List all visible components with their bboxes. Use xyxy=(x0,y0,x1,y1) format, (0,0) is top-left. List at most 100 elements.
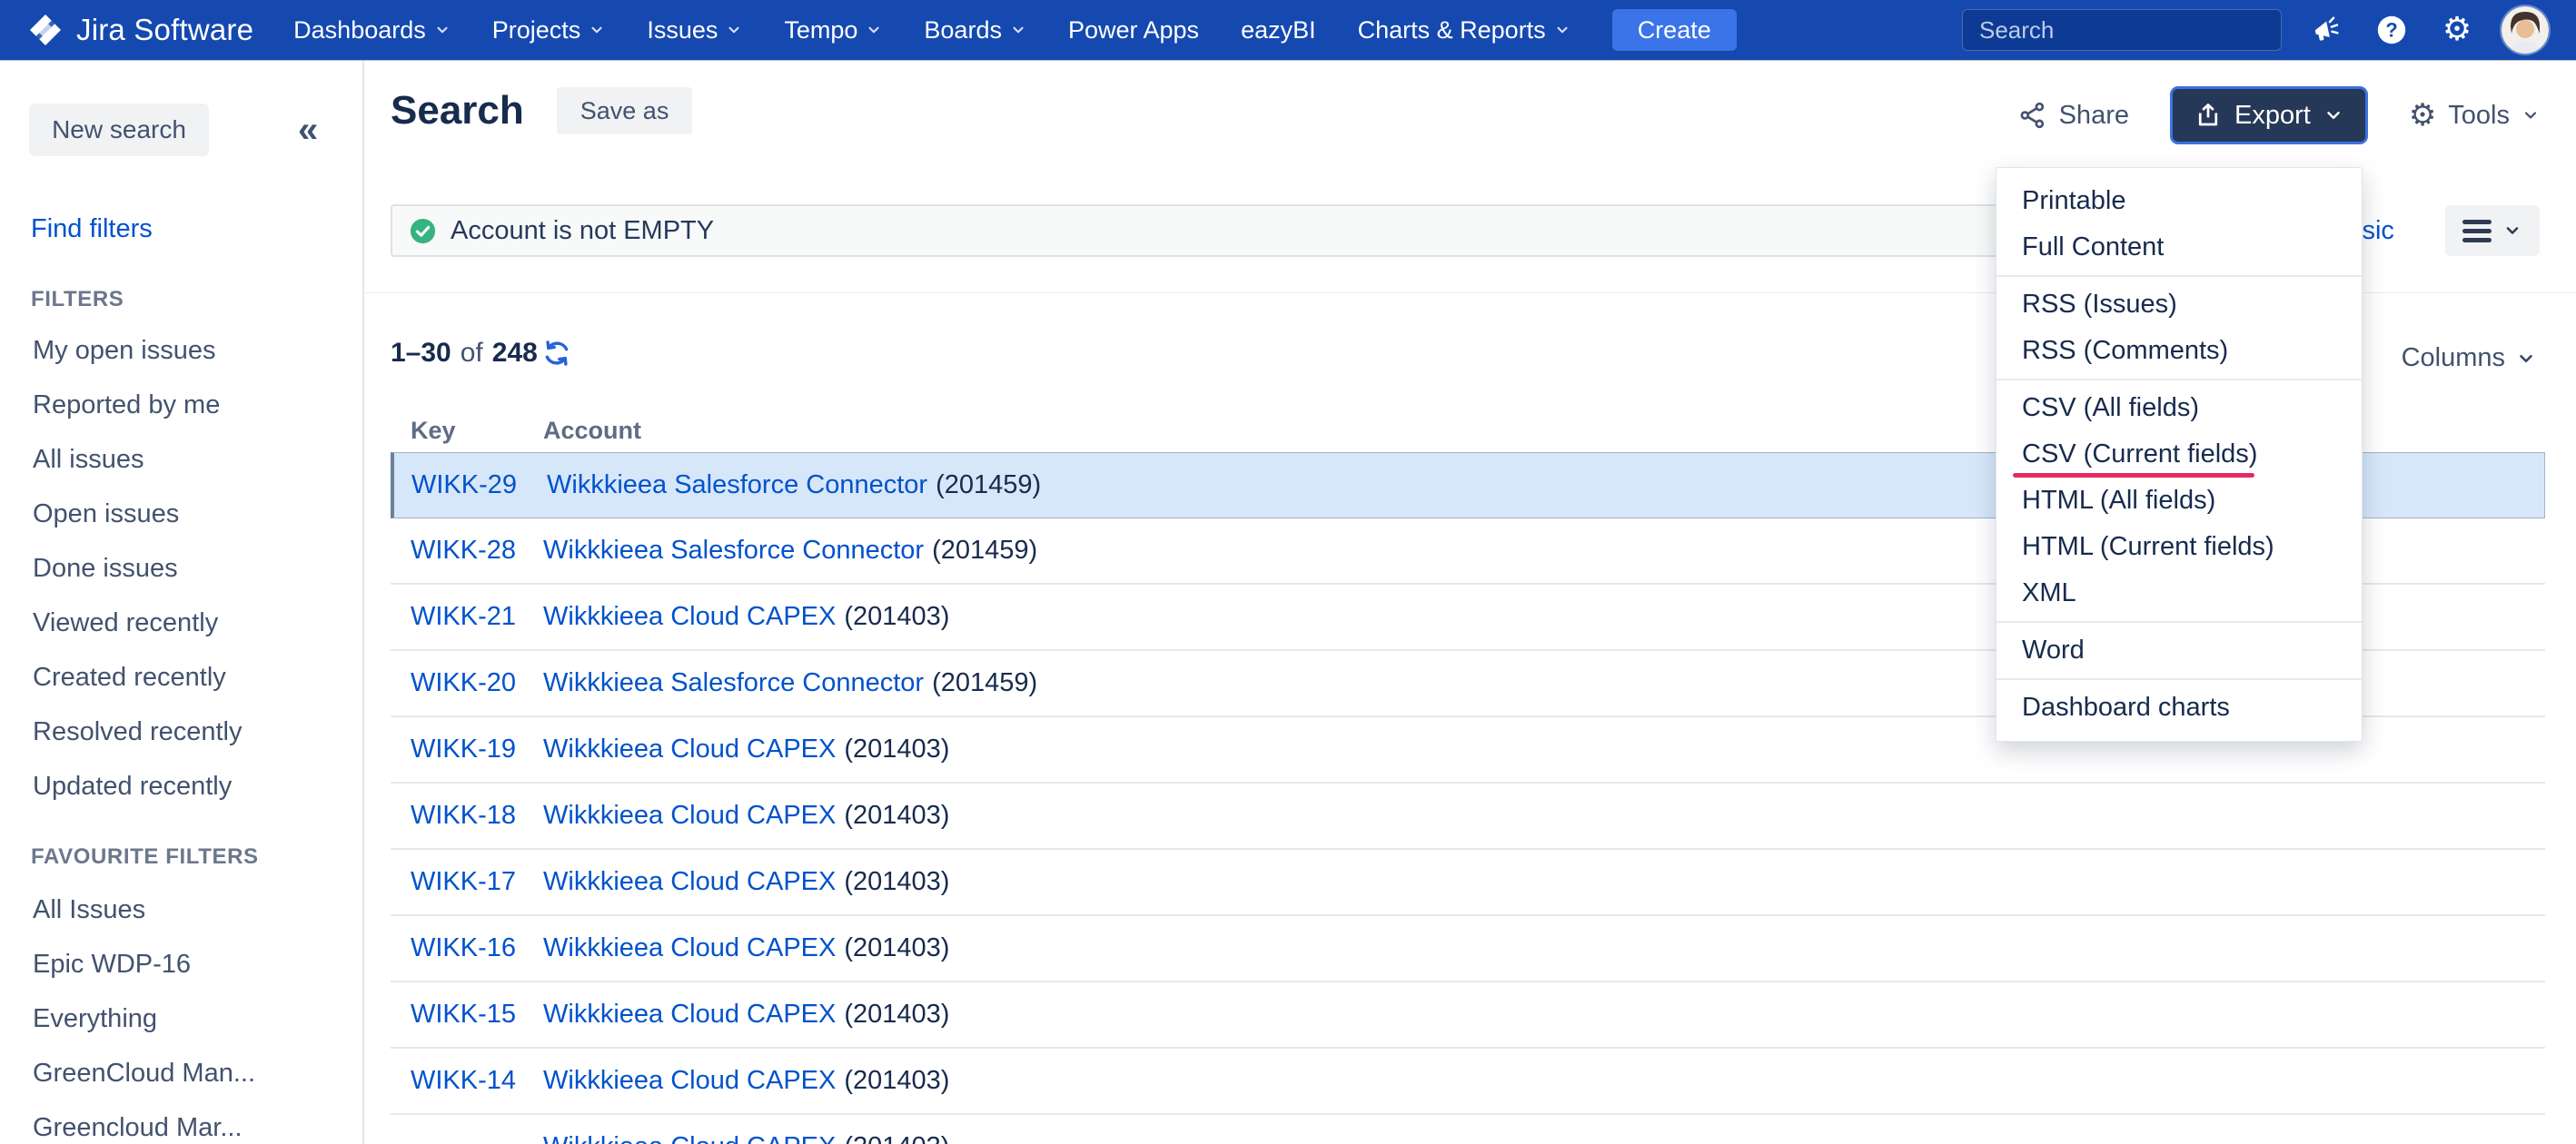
issue-key-link[interactable]: WIKK-14 xyxy=(411,1066,516,1095)
query-text: Account is not EMPTY xyxy=(451,216,714,246)
export-menu-group: RSS (Issues)RSS (Comments) xyxy=(1996,275,2362,379)
issue-key-cell: WIKK-16 xyxy=(391,933,543,963)
export-menu-item-dashboard-charts[interactable]: Dashboard charts xyxy=(1996,685,2362,731)
table-row[interactable]: WIKK-18 Wikkkieea Cloud CAPEX (201403) xyxy=(391,784,2545,850)
table-row[interactable]: WIKK-17 Wikkkieea Cloud CAPEX (201403) xyxy=(391,850,2545,916)
sidebar-favourite-everything[interactable]: Everything xyxy=(0,991,362,1046)
create-button[interactable]: Create xyxy=(1612,9,1737,51)
export-menu-item-csv-current-fields[interactable]: CSV (Current fields) xyxy=(1996,431,2362,478)
issue-key-link[interactable]: WIKK-21 xyxy=(411,602,516,631)
table-row[interactable]: Wikkkieea Cloud CAPEX(201403) xyxy=(391,1115,2545,1144)
issue-key-link[interactable]: WIKK-28 xyxy=(411,536,516,565)
announcements-button[interactable] xyxy=(2305,9,2347,51)
account-link[interactable]: Wikkkieea Salesforce Connector xyxy=(547,470,927,499)
account-link[interactable]: Wikkkieea Cloud CAPEX xyxy=(543,1132,836,1144)
help-button[interactable]: ? xyxy=(2371,9,2413,51)
account-cell: Wikkkieea Cloud CAPEX(201403) xyxy=(543,1066,949,1096)
chevron-down-icon xyxy=(2516,349,2536,369)
export-menu-item-rss-issues[interactable]: RSS (Issues) xyxy=(1996,281,2362,328)
account-id-suffix: (201403) xyxy=(844,801,949,830)
account-link[interactable]: Wikkkieea Cloud CAPEX xyxy=(543,602,836,631)
global-search-box[interactable] xyxy=(1962,9,2282,51)
collapse-sidebar-icon[interactable]: « xyxy=(298,104,318,156)
valid-check-icon xyxy=(409,217,437,245)
columns-button[interactable]: Columns xyxy=(2402,343,2536,373)
sidebar-filter-my-open-issues[interactable]: My open issues xyxy=(0,323,362,378)
find-filters-link[interactable]: Find filters xyxy=(31,214,153,244)
account-id-suffix: (201459) xyxy=(932,536,1037,565)
issue-key-cell: WIKK-14 xyxy=(391,1066,543,1096)
issue-key-link[interactable]: WIKK-16 xyxy=(411,933,516,962)
nav-item-projects[interactable]: Projects xyxy=(492,16,606,44)
nav-item-eazybi[interactable]: eazyBI xyxy=(1241,16,1316,44)
save-as-button[interactable]: Save as xyxy=(557,87,693,134)
issue-key-link[interactable]: WIKK-15 xyxy=(411,1000,516,1029)
column-header-key[interactable]: Key xyxy=(391,417,543,445)
nav-item-charts-reports[interactable]: Charts & Reports xyxy=(1358,16,1570,44)
export-button[interactable]: Export xyxy=(2173,89,2365,142)
sidebar-filter-viewed-recently[interactable]: Viewed recently xyxy=(0,596,362,650)
export-menu-item-full-content[interactable]: Full Content xyxy=(1996,224,2362,271)
issue-key-link[interactable]: WIKK-18 xyxy=(411,801,516,830)
share-button[interactable]: Share xyxy=(2018,101,2129,131)
issue-key-link[interactable]: WIKK-29 xyxy=(411,470,517,499)
account-id-suffix: (201403) xyxy=(844,933,949,962)
export-menu-item-printable[interactable]: Printable xyxy=(1996,178,2362,224)
sidebar-favourite-epic-wdp-16[interactable]: Epic WDP-16 xyxy=(0,937,362,991)
sidebar: New search « Find filters FILTERS My ope… xyxy=(0,60,364,1144)
refresh-button[interactable] xyxy=(541,338,572,369)
account-id-suffix: (201403) xyxy=(844,867,949,896)
account-link[interactable]: Wikkkieea Salesforce Connector xyxy=(543,668,924,697)
jira-brand[interactable]: Jira Software xyxy=(27,12,253,48)
export-menu-item-html-all-fields[interactable]: HTML (All fields) xyxy=(1996,478,2362,524)
sidebar-filter-done-issues[interactable]: Done issues xyxy=(0,541,362,596)
nav-item-boards[interactable]: Boards xyxy=(924,16,1026,44)
account-link[interactable]: Wikkkieea Cloud CAPEX xyxy=(543,1000,836,1029)
account-link[interactable]: Wikkkieea Cloud CAPEX xyxy=(543,867,836,896)
nav-item-power-apps[interactable]: Power Apps xyxy=(1068,16,1199,44)
tools-button[interactable]: ⚙ Tools xyxy=(2409,100,2540,131)
table-row[interactable]: WIKK-16 Wikkkieea Cloud CAPEX (201403) xyxy=(391,916,2545,982)
settings-button[interactable]: ⚙ xyxy=(2436,9,2478,51)
export-menu-item-xml[interactable]: XML xyxy=(1996,570,2362,616)
issue-key-link[interactable]: WIKK-17 xyxy=(411,867,516,896)
favourite-filters-list: All IssuesEpic WDP-16EverythingGreenClou… xyxy=(0,883,362,1144)
account-link[interactable]: Wikkkieea Cloud CAPEX xyxy=(543,735,836,764)
export-menu-item-word[interactable]: Word xyxy=(1996,627,2362,674)
sidebar-filter-updated-recently[interactable]: Updated recently xyxy=(0,759,362,814)
chevron-down-icon xyxy=(726,22,742,38)
sidebar-filter-resolved-recently[interactable]: Resolved recently xyxy=(0,705,362,759)
column-header-account[interactable]: Account xyxy=(543,417,641,445)
chevron-down-icon xyxy=(434,22,451,38)
nav-item-dashboards[interactable]: Dashboards xyxy=(293,16,451,44)
export-icon xyxy=(2195,102,2222,129)
new-search-button[interactable]: New search xyxy=(29,104,209,156)
user-avatar[interactable] xyxy=(2502,6,2549,54)
table-row[interactable]: WIKK-15Wikkkieea Cloud CAPEX(201403) xyxy=(391,982,2545,1049)
sidebar-favourite-all-issues[interactable]: All Issues xyxy=(0,883,362,937)
issue-key-link[interactable]: WIKK-20 xyxy=(411,668,516,697)
export-menu-item-csv-all-fields[interactable]: CSV (All fields) xyxy=(1996,385,2362,431)
account-link[interactable]: Wikkkieea Cloud CAPEX xyxy=(543,933,836,962)
table-row[interactable]: WIKK-14 Wikkkieea Cloud CAPEX(201403) xyxy=(391,1049,2545,1115)
top-navigation-bar: Jira Software Dashboards Projects Issues Te… xyxy=(0,0,2576,60)
account-link[interactable]: Wikkkieea Cloud CAPEX xyxy=(543,801,836,830)
account-link[interactable]: Wikkkieea Salesforce Connector xyxy=(543,536,924,565)
global-search-input[interactable] xyxy=(1979,16,2284,44)
account-link[interactable]: Wikkkieea Cloud CAPEX xyxy=(543,1066,836,1095)
export-menu-item-html-current-fields[interactable]: HTML (Current fields) xyxy=(1996,524,2362,570)
results-of-label: of xyxy=(451,338,492,369)
sidebar-filter-all-issues[interactable]: All issues xyxy=(0,432,362,487)
sidebar-favourite-greencloud-man[interactable]: GreenCloud Man... xyxy=(0,1046,362,1100)
filters-list: My open issuesReported by meAll issuesOp… xyxy=(0,323,362,814)
export-menu-item-rss-comments[interactable]: RSS (Comments) xyxy=(1996,328,2362,374)
view-switcher-button[interactable] xyxy=(2445,205,2540,256)
sidebar-filter-created-recently[interactable]: Created recently xyxy=(0,650,362,705)
nav-item-tempo[interactable]: Tempo xyxy=(784,16,882,44)
issue-key-link[interactable]: WIKK-19 xyxy=(411,735,516,764)
nav-item-issues[interactable]: Issues xyxy=(647,16,742,44)
sidebar-filter-reported-by-me[interactable]: Reported by me xyxy=(0,378,362,432)
sidebar-favourite-greencloud-mar[interactable]: Greencloud Mar... xyxy=(0,1100,362,1144)
sidebar-filter-open-issues[interactable]: Open issues xyxy=(0,487,362,541)
issue-key-cell: WIKK-29 xyxy=(394,470,547,500)
